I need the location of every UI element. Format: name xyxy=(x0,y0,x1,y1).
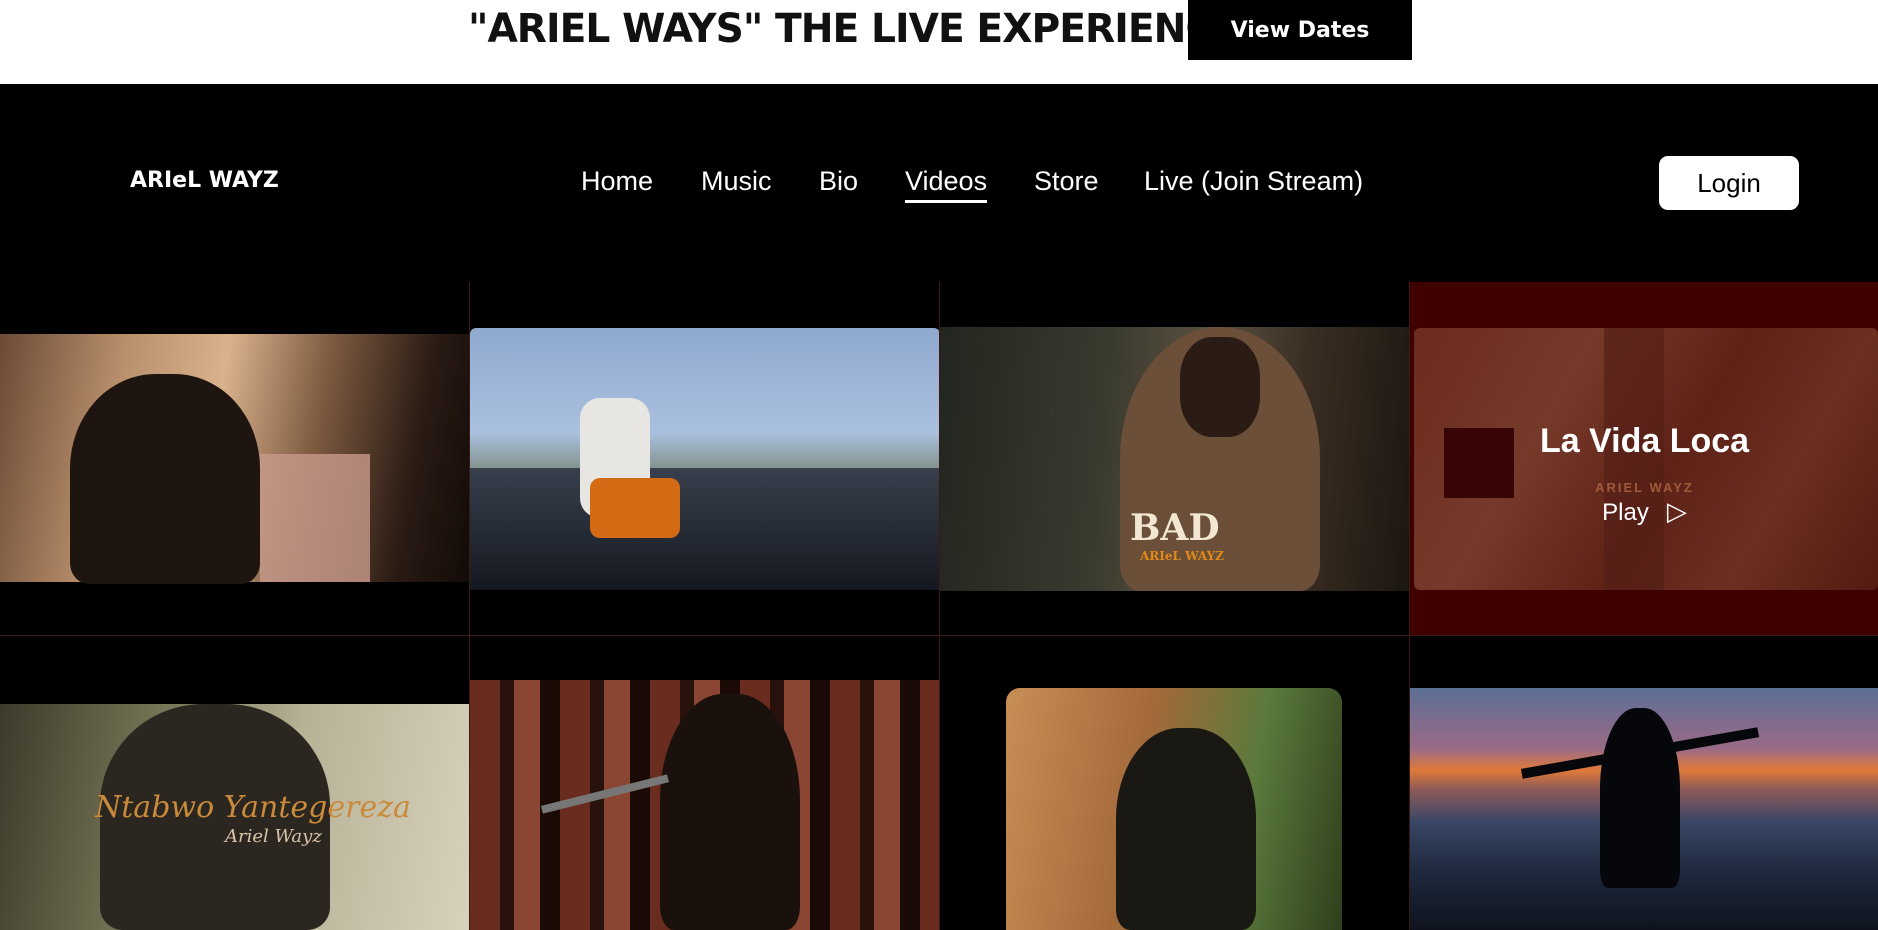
video-card-5[interactable]: Ntabwo Yantegereza Ariel Wayz xyxy=(0,636,470,930)
play-icon: ▷ xyxy=(1666,496,1687,526)
nav-home[interactable]: Home xyxy=(581,166,653,197)
nav-videos[interactable]: Videos xyxy=(905,166,988,203)
thumbnail-watermark: ARIEL WAYZ xyxy=(1595,480,1694,495)
site-logo[interactable]: ARIeL WAYZ xyxy=(130,168,279,193)
video-card-1[interactable] xyxy=(0,282,470,636)
video-card-3[interactable]: BAD ARIeL WAYZ xyxy=(940,282,1410,636)
banner-title: "ARIEL WAYS" THE LIVE EXPERIENCE xyxy=(468,6,1240,52)
video-thumbnail xyxy=(1006,688,1342,930)
video-card-6[interactable] xyxy=(470,636,940,930)
view-dates-button[interactable]: View Dates xyxy=(1188,0,1412,60)
nav-store[interactable]: Store xyxy=(1034,166,1099,197)
play-label: Play xyxy=(1602,499,1649,526)
video-artist-overlay: ARIeL WAYZ xyxy=(1140,549,1224,563)
video-card-4-hovered[interactable]: ARIEL WAYZ La Vida Loca Play ▷ xyxy=(1410,282,1878,636)
video-artist-overlay: Ariel Wayz xyxy=(225,826,322,847)
announcement-banner: "ARIEL WAYS" THE LIVE EXPERIENCE View Da… xyxy=(0,0,1878,84)
nav-music[interactable]: Music xyxy=(701,166,772,197)
video-thumbnail xyxy=(470,680,939,930)
video-thumbnail: BAD ARIeL WAYZ xyxy=(940,327,1409,591)
main-navigation: ARIeL WAYZ Home Music Bio Videos Store L… xyxy=(0,84,1878,282)
video-title-overlay: Ntabwo Yantegereza xyxy=(95,790,411,825)
video-thumbnail xyxy=(1410,688,1878,930)
video-title: La Vida Loca xyxy=(1539,422,1750,460)
login-button[interactable]: Login xyxy=(1659,156,1799,210)
video-card-8[interactable] xyxy=(1410,636,1878,930)
video-card-7[interactable] xyxy=(940,636,1410,930)
video-thumbnail xyxy=(0,334,469,584)
video-thumbnail xyxy=(470,328,939,590)
nav-bio[interactable]: Bio xyxy=(819,166,858,197)
video-card-2[interactable] xyxy=(470,282,940,636)
video-title-overlay: BAD xyxy=(1130,507,1220,549)
video-thumbnail: Ntabwo Yantegereza Ariel Wayz xyxy=(0,704,469,930)
nav-live-join-stream[interactable]: Live (Join Stream) xyxy=(1144,166,1363,197)
play-control[interactable]: Play ▷ xyxy=(1410,496,1878,527)
